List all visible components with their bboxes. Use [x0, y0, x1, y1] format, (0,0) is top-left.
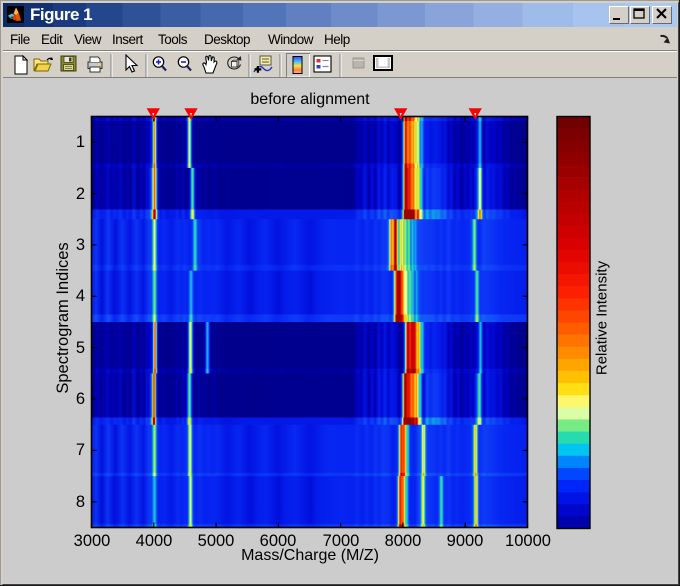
svg-text:8: 8 [76, 493, 85, 511]
svg-text:before alignment: before alignment [250, 91, 370, 108]
svg-text:5: 5 [76, 339, 85, 357]
svg-text:1: 1 [76, 133, 85, 151]
svg-text:6: 6 [76, 390, 85, 408]
svg-text:4000: 4000 [136, 532, 173, 550]
svg-text:Spectrogram Indices: Spectrogram Indices [54, 242, 72, 393]
svg-text:Relative Intensity: Relative Intensity [594, 260, 611, 375]
svg-text:2: 2 [76, 185, 85, 203]
svg-text:8000: 8000 [385, 532, 422, 550]
svg-text:3: 3 [76, 236, 85, 254]
svg-text:4: 4 [76, 287, 85, 305]
svg-text:7: 7 [76, 441, 85, 459]
svg-text:3000: 3000 [74, 532, 111, 550]
svg-text:10000: 10000 [505, 532, 551, 550]
svg-text:5000: 5000 [198, 532, 235, 550]
svg-text:Mass/Charge (M/Z): Mass/Charge (M/Z) [241, 547, 379, 564]
svg-text:9000: 9000 [447, 532, 484, 550]
